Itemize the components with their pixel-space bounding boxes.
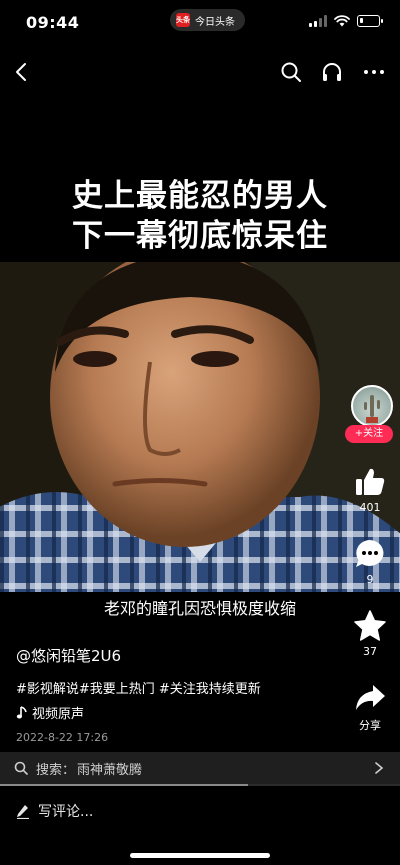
search-label: 搜索：	[36, 762, 76, 778]
status-bar: 09:44 头条 今日头条	[0, 0, 400, 44]
toutiao-logo-icon: 头条	[176, 13, 190, 27]
music-label: 视频原声	[32, 707, 85, 722]
app-indicator[interactable]: 头条 今日头条	[170, 9, 245, 31]
comment-input-bar[interactable]: 写评论...	[0, 786, 400, 836]
comment-placeholder: 写评论...	[38, 804, 94, 820]
more-dots-icon[interactable]	[362, 60, 386, 84]
battery-icon	[357, 15, 383, 27]
signal-icon	[309, 15, 327, 27]
home-indicator[interactable]	[130, 853, 270, 858]
follow-button[interactable]: +关注	[345, 425, 393, 443]
search-term: 雨神萧敬腾	[77, 762, 143, 778]
hashtags[interactable]: #影视解说#我要上热门 #关注我持续更新	[16, 678, 336, 697]
like-count: 401	[359, 501, 381, 514]
thumbs-up-icon	[356, 468, 385, 495]
wifi-icon	[334, 15, 350, 27]
status-icons	[309, 15, 383, 27]
app-name: 今日头条	[195, 16, 235, 28]
share-arrow-icon	[356, 685, 385, 710]
pencil-icon	[17, 805, 29, 819]
favorite-count: 37	[363, 645, 377, 658]
star-icon	[354, 610, 386, 641]
comment-bubble-icon	[356, 540, 384, 567]
share-label: 分享	[359, 719, 381, 732]
publish-date: 2022-8-22 17:26	[16, 731, 109, 744]
share-button[interactable]: 分享	[340, 681, 400, 733]
search-icon	[14, 761, 28, 775]
music-info[interactable]: 视频原声	[16, 703, 336, 722]
comment-count: 9	[366, 573, 374, 586]
video-meta: @悠闲铅笔2U6 #影视解说#我要上热门 #关注我持续更新 视频原声 2022-…	[16, 645, 336, 744]
favorite-button[interactable]: 37	[340, 609, 400, 658]
search-icon[interactable]	[279, 60, 303, 84]
top-nav	[0, 50, 400, 94]
author-avatar[interactable]	[351, 385, 393, 427]
headline-line-2: 下一幕彻底惊呆住	[72, 218, 328, 254]
status-time: 09:44	[26, 13, 80, 32]
headline-line-1: 史上最能忍的男人	[72, 178, 328, 214]
like-button[interactable]: 401	[340, 465, 400, 514]
author-name[interactable]: @悠闲铅笔2U6	[16, 645, 336, 666]
video-headline: 史上最能忍的男人 下一幕彻底惊呆住	[0, 176, 400, 256]
chevron-right-icon	[375, 762, 384, 774]
related-search-bar[interactable]: 搜索： 雨神萧敬腾	[0, 752, 400, 784]
chevron-left-icon[interactable]	[10, 60, 34, 84]
comment-button[interactable]: 9	[340, 537, 400, 586]
music-note-icon	[16, 705, 27, 718]
headphone-icon[interactable]	[320, 60, 344, 84]
cactus-icon	[364, 395, 380, 423]
